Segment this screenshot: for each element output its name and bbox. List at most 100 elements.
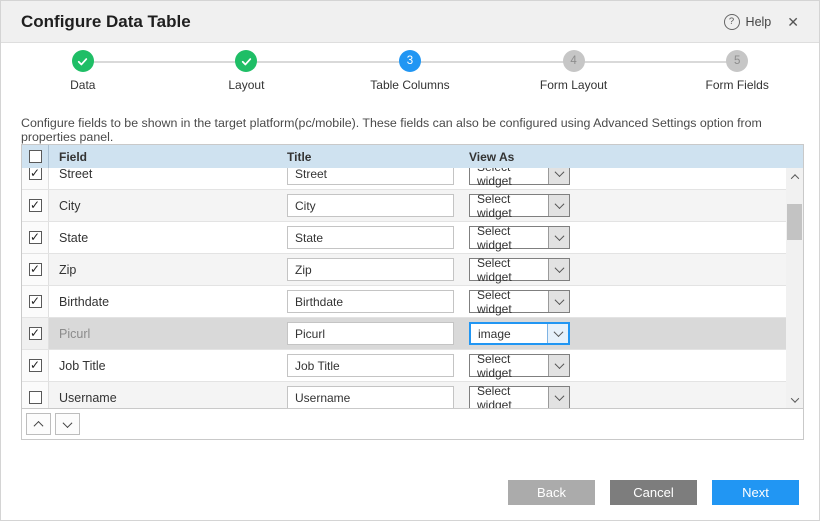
view-as-cell: Select widget	[459, 354, 786, 377]
view-as-select[interactable]: Select widget	[469, 386, 570, 408]
chevron-down-icon[interactable]	[548, 355, 569, 376]
vertical-scrollbar[interactable]	[786, 168, 803, 408]
title-input[interactable]	[287, 168, 454, 185]
chevron-down-icon[interactable]	[548, 195, 569, 216]
row-checkbox[interactable]	[29, 359, 42, 372]
view-as-cell: Select widget	[459, 168, 786, 185]
table-scroll-viewport: Street Select widget City Select widget	[22, 168, 803, 408]
step-label: Form Fields	[706, 78, 769, 92]
row-checkbox[interactable]	[29, 295, 42, 308]
chevron-down-icon[interactable]	[547, 324, 568, 343]
field-name: Street	[49, 168, 277, 181]
row-checkbox[interactable]	[29, 199, 42, 212]
title-cell	[277, 354, 459, 377]
stepper-step[interactable]: 5 Form Fields	[655, 43, 819, 105]
stepper-step[interactable]: 4 Form Layout	[492, 43, 656, 105]
row-checkbox[interactable]	[29, 391, 42, 404]
help-icon: ?	[724, 14, 740, 30]
step-circle-icon: 3	[399, 50, 421, 72]
view-as-select[interactable]: Select widget	[469, 226, 570, 249]
stepper-step[interactable]: 2 Layout	[165, 43, 329, 105]
view-as-value: Select widget	[470, 355, 548, 376]
view-as-cell: Select widget	[459, 386, 786, 408]
table-rows-container: Street Select widget City Select widget	[22, 168, 786, 408]
title-cell	[277, 322, 459, 345]
title-input[interactable]	[287, 226, 454, 249]
field-name: City	[49, 199, 277, 213]
table-row[interactable]: Street Select widget	[22, 168, 786, 190]
view-as-value: Select widget	[470, 259, 548, 280]
step-circle-icon: 4	[563, 50, 585, 72]
field-name: Birthdate	[49, 295, 277, 309]
titlebar-actions: ? Help ✕	[724, 14, 799, 30]
step-label: Table Columns	[370, 78, 449, 92]
title-input[interactable]	[287, 290, 454, 313]
view-as-cell: Select widget	[459, 194, 786, 217]
chevron-down-icon[interactable]	[548, 168, 569, 184]
step-circle-icon: 1	[72, 50, 94, 72]
cancel-button[interactable]: Cancel	[610, 480, 697, 505]
scrollbar-up-icon[interactable]	[786, 168, 803, 185]
field-name: Job Title	[49, 359, 277, 373]
row-checkbox[interactable]	[29, 168, 42, 180]
table-row[interactable]: State Select widget	[22, 222, 786, 254]
step-number: 5	[734, 55, 740, 67]
select-all-checkbox[interactable]	[29, 150, 42, 163]
view-as-select[interactable]: Select widget	[469, 354, 570, 377]
table-row[interactable]: City Select widget	[22, 190, 786, 222]
view-as-select[interactable]: Select widget	[469, 258, 570, 281]
chevron-down-icon[interactable]	[548, 259, 569, 280]
row-checkbox-cell	[22, 318, 49, 349]
title-input[interactable]	[287, 258, 454, 281]
chevron-down-icon[interactable]	[548, 387, 569, 408]
row-checkbox-cell	[22, 350, 49, 381]
next-button[interactable]: Next	[712, 480, 799, 505]
row-checkbox[interactable]	[29, 263, 42, 276]
column-header-view-as: View As	[459, 150, 803, 164]
row-checkbox-cell	[22, 168, 49, 189]
title-cell	[277, 226, 459, 249]
table-row[interactable]: Username Select widget	[22, 382, 786, 408]
chevron-down-icon[interactable]	[548, 291, 569, 312]
table-row[interactable]: Zip Select widget	[22, 254, 786, 286]
move-down-button[interactable]	[55, 413, 80, 435]
view-as-select[interactable]: image	[469, 322, 570, 345]
help-button[interactable]: ? Help	[724, 14, 772, 30]
view-as-cell: image	[459, 322, 786, 345]
view-as-value: Select widget	[470, 168, 548, 184]
title-cell	[277, 194, 459, 217]
row-checkbox-cell	[22, 190, 49, 221]
help-label: Help	[746, 15, 772, 29]
step-number: 3	[407, 55, 413, 67]
table-row[interactable]: Job Title Select widget	[22, 350, 786, 382]
title-input[interactable]	[287, 194, 454, 217]
move-up-button[interactable]	[26, 413, 51, 435]
check-icon	[240, 55, 253, 68]
stepper-step[interactable]: 3 Table Columns	[328, 43, 492, 105]
title-input[interactable]	[287, 386, 454, 408]
title-input[interactable]	[287, 354, 454, 377]
scrollbar-down-icon[interactable]	[786, 391, 803, 408]
column-header-title: Title	[277, 150, 459, 164]
back-button[interactable]: Back	[508, 480, 595, 505]
table-row[interactable]: Picurl image	[22, 318, 786, 350]
configure-data-table-dialog: Configure Data Table ? Help ✕ 1 Data 2 L…	[0, 0, 820, 521]
scrollbar-thumb[interactable]	[787, 204, 802, 240]
field-name: Picurl	[49, 327, 277, 341]
stepper-step[interactable]: 1 Data	[1, 43, 165, 105]
close-icon[interactable]: ✕	[787, 15, 799, 29]
row-checkbox[interactable]	[29, 327, 42, 340]
title-input[interactable]	[287, 322, 454, 345]
table-row[interactable]: Birthdate Select widget	[22, 286, 786, 318]
table-header-row: Field Title View As	[22, 145, 803, 168]
view-as-select[interactable]: Select widget	[469, 168, 570, 185]
wizard-stepper: 1 Data 2 Layout 3 Table Columns 4 Form L…	[1, 43, 819, 105]
step-circle-icon: 5	[726, 50, 748, 72]
column-header-field: Field	[49, 150, 277, 164]
field-name: State	[49, 231, 277, 245]
chevron-down-icon[interactable]	[548, 227, 569, 248]
title-cell	[277, 386, 459, 408]
view-as-select[interactable]: Select widget	[469, 290, 570, 313]
view-as-select[interactable]: Select widget	[469, 194, 570, 217]
row-checkbox[interactable]	[29, 231, 42, 244]
